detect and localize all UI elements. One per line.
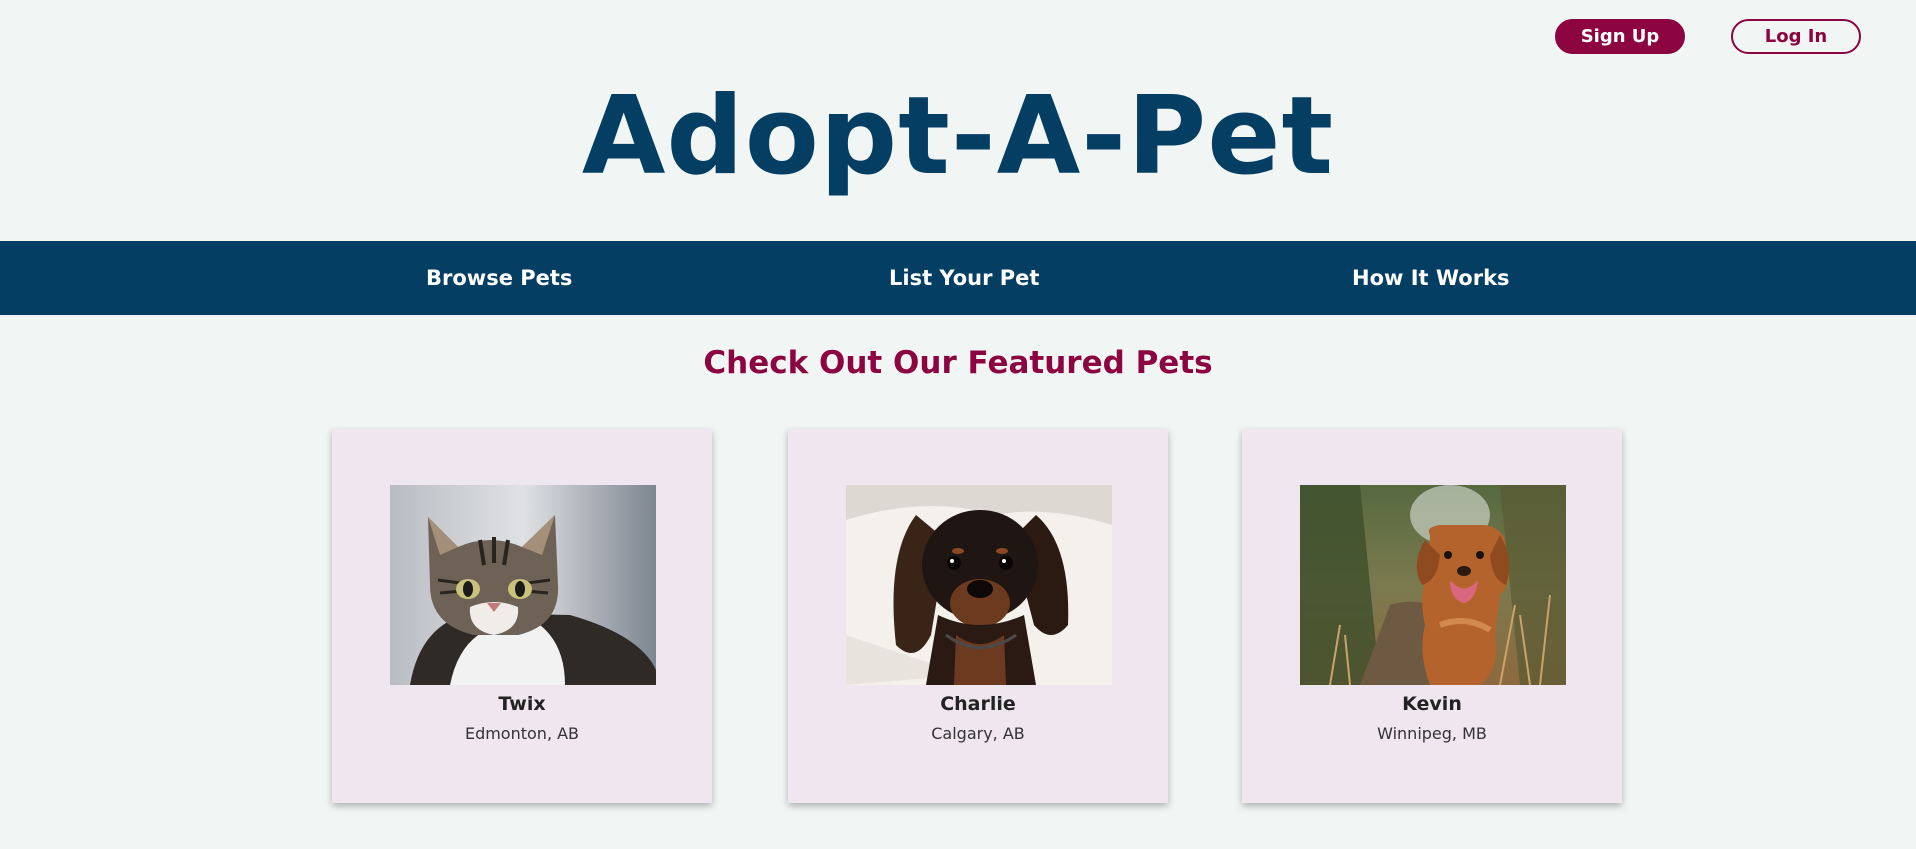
pet-card-charlie[interactable]: Charlie Calgary, AB — [788, 429, 1168, 803]
dachshund-photo[interactable] — [846, 485, 1112, 685]
site-logo[interactable]: Adopt-A-Pet — [0, 77, 1916, 197]
main-nav: Browse Pets List Your Pet How It Works — [0, 241, 1916, 315]
auth-buttons: Sign Up Log In — [1555, 19, 1861, 54]
nav-how-it-works[interactable]: How It Works — [1352, 241, 1510, 315]
featured-pets-heading: Check Out Our Featured Pets — [703, 345, 1213, 381]
nav-browse-pets[interactable]: Browse Pets — [426, 241, 572, 315]
tabby-cat-photo[interactable] — [390, 485, 656, 685]
log-in-button[interactable]: Log In — [1731, 19, 1861, 54]
pet-location: Calgary, AB — [931, 724, 1025, 743]
nav-list-your-pet[interactable]: List Your Pet — [889, 241, 1039, 315]
pet-name[interactable]: Twix — [332, 693, 712, 715]
sign-up-button[interactable]: Sign Up — [1555, 19, 1685, 54]
pet-name[interactable]: Kevin — [1242, 693, 1622, 715]
pet-card-kevin[interactable]: Kevin Winnipeg, MB — [1242, 429, 1622, 803]
pet-location: Winnipeg, MB — [1377, 724, 1487, 743]
golden-dog-photo[interactable] — [1300, 485, 1566, 685]
pet-name[interactable]: Charlie — [788, 693, 1168, 715]
page: Sign Up Log In Adopt-A-Pet Browse Pets L… — [0, 0, 1916, 849]
pet-card-twix[interactable]: Twix Edmonton, AB — [332, 429, 712, 803]
pet-location: Edmonton, AB — [464, 724, 580, 743]
